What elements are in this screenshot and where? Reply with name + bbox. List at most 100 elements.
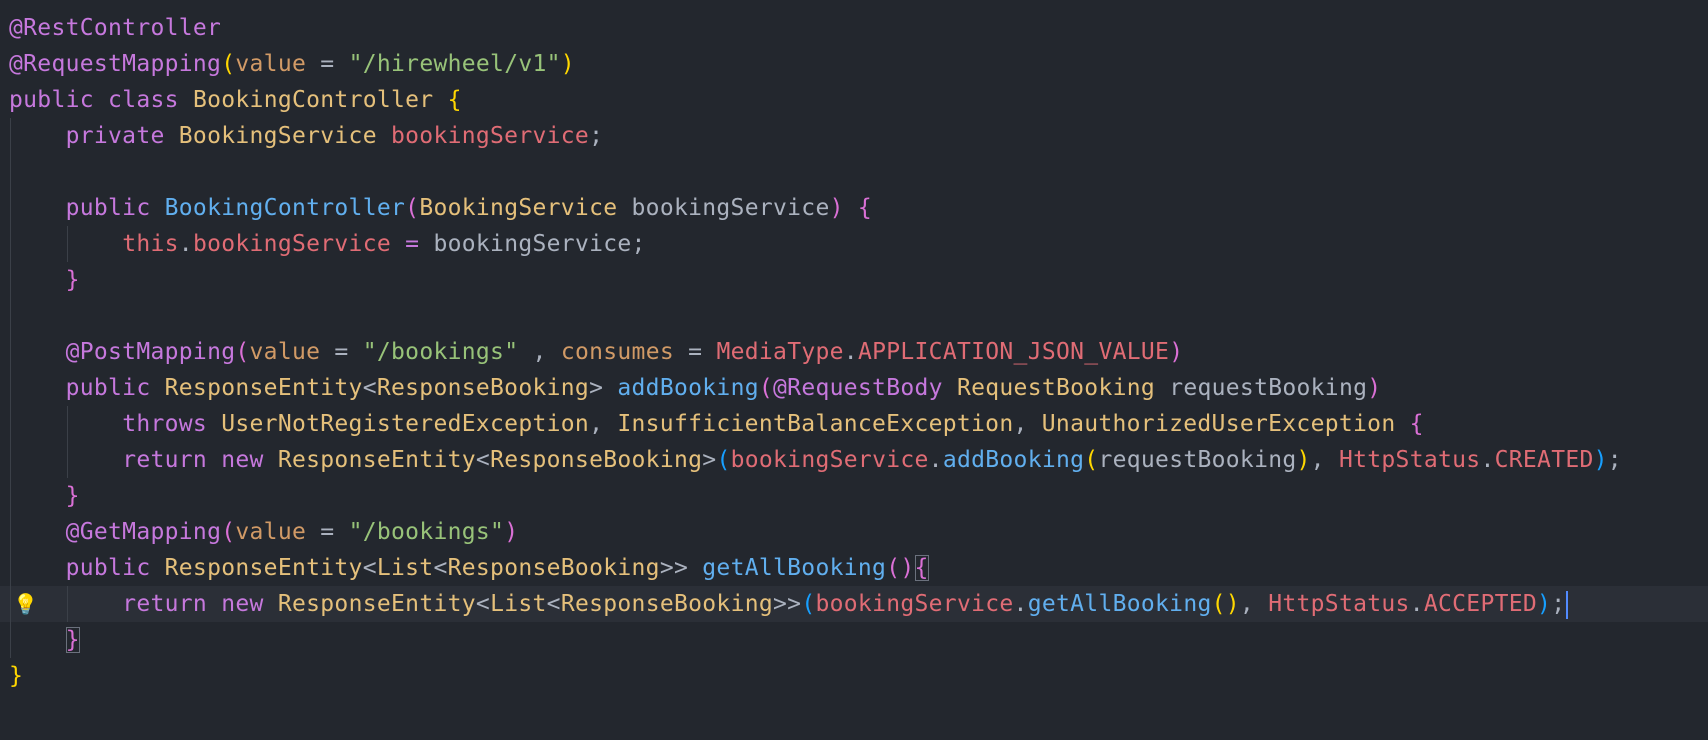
code-line[interactable]: this.bookingService = bookingService; <box>0 226 1708 262</box>
indent-guide <box>10 190 11 226</box>
code-token: return <box>122 447 208 473</box>
code-token: BookingService <box>178 123 377 149</box>
text-cursor <box>1566 590 1569 619</box>
code-line[interactable]: @PostMapping(value = "/bookings" , consu… <box>0 334 1708 370</box>
code-lines[interactable]: @RestController @RequestMapping(value = "… <box>0 10 1708 694</box>
code-token: BookingController <box>192 87 434 113</box>
code-token: ; <box>631 231 646 257</box>
code-token: value <box>235 51 307 77</box>
code-token: . <box>178 231 193 257</box>
code-line[interactable]: } <box>0 622 1708 658</box>
code-token: = <box>405 231 420 257</box>
code-line[interactable]: throws UserNotRegisteredException, Insuf… <box>0 406 1708 442</box>
indent-guide <box>10 406 11 442</box>
indent-guide <box>67 226 68 262</box>
code-line[interactable]: } <box>0 262 1708 298</box>
code-line[interactable]: public ResponseEntity<ResponseBooking> a… <box>0 370 1708 406</box>
code-token: addBooking <box>942 447 1085 473</box>
code-token: HttpStatus <box>1338 447 1481 473</box>
code-line[interactable]: } <box>0 478 1708 514</box>
code-token: ( <box>221 519 236 545</box>
code-token: this <box>122 231 179 257</box>
indent-guide <box>10 586 11 622</box>
code-token: < <box>475 591 491 617</box>
indent-guide <box>67 586 68 622</box>
code-token: "/bookings" <box>348 519 505 545</box>
code-editor[interactable]: @RestController @RequestMapping(value = "… <box>0 0 1708 740</box>
code-token: bookingService <box>391 123 590 149</box>
indent-guide <box>10 118 11 154</box>
code-token: addBooking <box>617 375 759 401</box>
code-token: < <box>475 447 491 473</box>
code-token: public <box>65 195 151 221</box>
code-token: , <box>1310 447 1339 473</box>
code-token: public <box>65 375 151 401</box>
code-token: () <box>1211 591 1240 617</box>
code-token: MediaType <box>716 339 844 365</box>
code-token: ( <box>716 447 731 473</box>
code-token: getAllBooking <box>702 555 887 581</box>
code-token: private <box>65 123 165 149</box>
code-token: . <box>1013 591 1028 617</box>
code-token: , <box>589 411 618 437</box>
code-line[interactable]: private BookingService bookingService; <box>0 118 1708 154</box>
indent-guide <box>67 406 68 442</box>
indent-guide <box>10 514 11 550</box>
code-line[interactable]: public ResponseEntity<List<ResponseBooki… <box>0 550 1708 586</box>
lightbulb-icon[interactable]: 💡 <box>13 592 38 616</box>
code-token: = <box>306 51 349 77</box>
code-token: , <box>1239 591 1269 617</box>
code-line[interactable]: @RequestMapping(value = "/hirewheel/v1") <box>0 46 1708 82</box>
code-line[interactable]: } <box>0 658 1708 694</box>
indent-guide <box>10 622 11 658</box>
code-token: public <box>9 87 94 113</box>
code-token: @PostMapping <box>65 339 236 365</box>
code-token: ; <box>1551 591 1566 617</box>
code-token: ResponseBooking <box>490 447 703 473</box>
code-line[interactable]: public BookingController(BookingService … <box>0 190 1708 226</box>
code-token: RequestBooking <box>956 375 1156 401</box>
code-line[interactable]: 💡 return new ResponseEntity<List<Respons… <box>0 586 1708 622</box>
code-token: >> <box>773 591 802 617</box>
code-token: InsufficientBalanceException <box>617 411 1014 437</box>
code-token: ; <box>589 123 604 149</box>
code-token: . <box>928 447 943 473</box>
code-token: } <box>65 267 80 293</box>
code-token: requestBooking <box>1169 375 1368 401</box>
code-token: UserNotRegisteredException <box>221 411 590 437</box>
code-line[interactable]: @GetMapping(value = "/bookings") <box>0 514 1708 550</box>
indent-guide <box>67 442 68 478</box>
code-line[interactable]: public class BookingController { <box>0 82 1708 118</box>
code-token: "/hirewheel/v1" <box>348 51 561 77</box>
code-token: } <box>65 627 80 653</box>
code-line[interactable]: @RestController <box>0 10 1708 46</box>
code-token: ) <box>1296 447 1311 473</box>
code-token: ( <box>235 339 250 365</box>
code-line[interactable] <box>0 298 1708 334</box>
code-token: @RequestBody <box>773 375 943 401</box>
code-token: . <box>843 339 858 365</box>
code-token: ( <box>801 591 816 617</box>
code-line[interactable] <box>0 154 1708 190</box>
code-token: > <box>589 375 604 401</box>
code-line[interactable]: return new ResponseEntity<ResponseBookin… <box>0 442 1708 478</box>
code-token: ResponseEntity <box>164 555 363 581</box>
code-token: ( <box>758 375 774 401</box>
code-token: ResponseBooking <box>560 591 774 617</box>
code-token: = <box>320 339 363 365</box>
code-token: ) <box>504 519 519 545</box>
code-token: ) <box>1537 591 1552 617</box>
